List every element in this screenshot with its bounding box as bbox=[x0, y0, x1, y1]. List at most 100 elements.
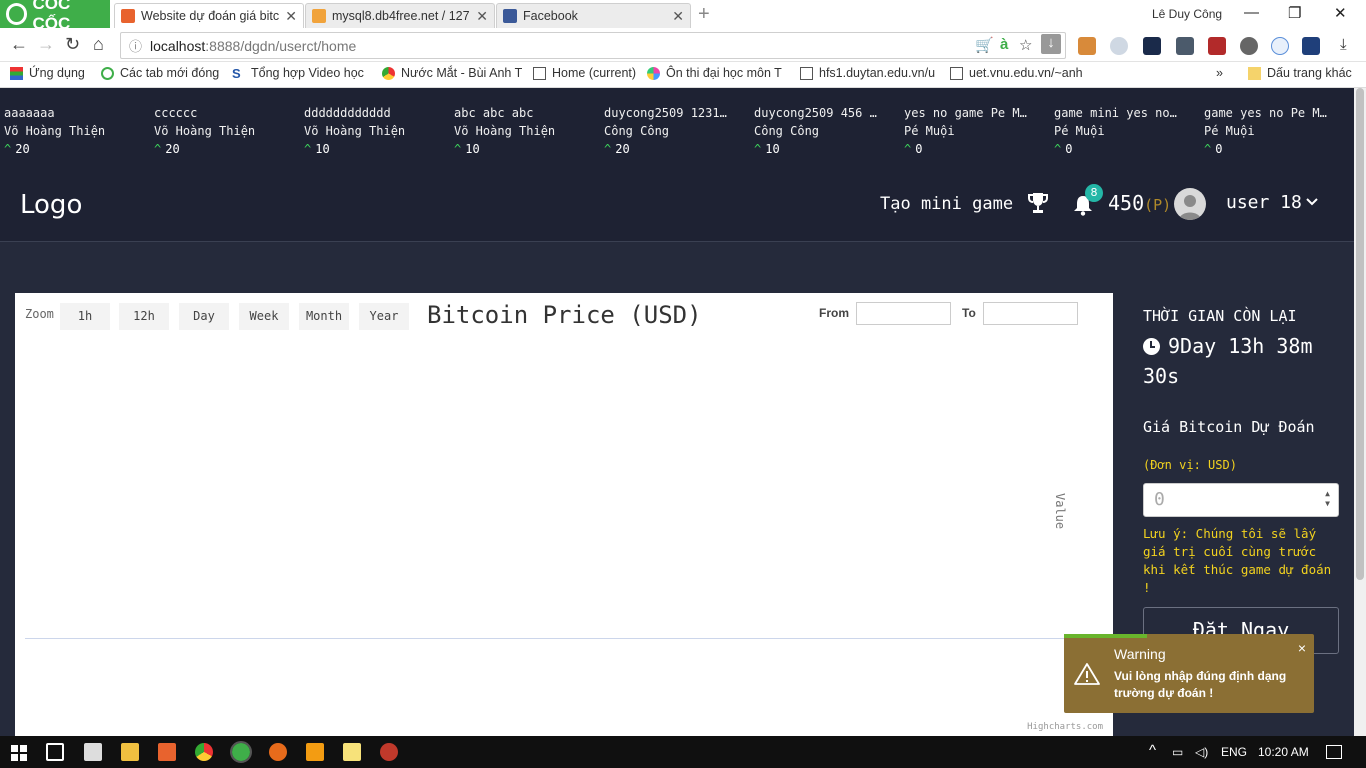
trophy-icon[interactable] bbox=[1028, 192, 1048, 214]
translate-icon[interactable]: à bbox=[1000, 36, 1008, 53]
ticker-item[interactable]: game yes no Pe M… Pé Muội ^ 0 bbox=[1204, 104, 1336, 158]
tab-facebook[interactable]: Facebook ✕ bbox=[496, 3, 691, 28]
ticker-item[interactable]: duycong2509 456 … Công Công ^ 10 bbox=[754, 104, 886, 158]
extension-monitor-icon[interactable] bbox=[1176, 37, 1194, 55]
red-app-icon[interactable] bbox=[380, 743, 398, 761]
zoom-1h-button[interactable]: 1h bbox=[60, 303, 110, 330]
bookmark-item[interactable]: Nước Mắt - Bùi Anh T bbox=[382, 66, 522, 80]
zoom-12h-button[interactable]: 12h bbox=[119, 303, 169, 330]
ticker-item[interactable]: duycong2509 1231… Công Công ^ 20 bbox=[604, 104, 736, 158]
volume-icon[interactable]: ◁) bbox=[1195, 745, 1208, 759]
window-profile-name[interactable]: Lê Duy Công bbox=[1152, 7, 1222, 21]
username-dropdown[interactable]: user 18 bbox=[1226, 192, 1302, 213]
ticker-user: Võ Hoàng Thiện bbox=[304, 124, 406, 138]
highcharts-credits-link[interactable]: Highcharts.com bbox=[1027, 722, 1103, 732]
bookmark-item[interactable]: Home (current) bbox=[533, 66, 636, 80]
info-icon[interactable]: ⓘ bbox=[129, 36, 142, 55]
extension-k-icon[interactable] bbox=[1143, 37, 1161, 55]
close-tab-icon[interactable]: ✕ bbox=[285, 8, 297, 25]
system-clock[interactable]: 10:20 AM bbox=[1258, 745, 1309, 759]
bookmark-item[interactable]: Ôn thi đại học môn T bbox=[647, 66, 782, 80]
other-bookmarks-folder[interactable]: Dấu trang khác bbox=[1248, 66, 1352, 80]
minimize-window-icon[interactable]: — bbox=[1244, 4, 1259, 21]
site-logo[interactable]: Logo bbox=[20, 190, 82, 220]
close-tab-icon[interactable]: ✕ bbox=[672, 8, 684, 25]
forward-arrow-icon[interactable]: → bbox=[37, 34, 55, 55]
url-host: localhost bbox=[150, 37, 206, 54]
home-icon[interactable]: ⌂ bbox=[93, 34, 104, 55]
ticker-user: Võ Hoàng Thiện bbox=[154, 124, 256, 138]
number-spinner[interactable]: ▲ ▼ bbox=[1325, 489, 1330, 509]
action-center-icon[interactable] bbox=[1326, 745, 1342, 759]
facebook-favicon-icon bbox=[503, 9, 517, 23]
gear-extension-icon[interactable] bbox=[1240, 37, 1258, 55]
bookmark-star-icon[interactable]: ☆ bbox=[1019, 36, 1032, 54]
mail-icon[interactable] bbox=[84, 743, 102, 761]
from-date-input[interactable] bbox=[856, 302, 951, 325]
sublime-text-icon[interactable] bbox=[306, 743, 324, 761]
zoom-day-button[interactable]: Day bbox=[179, 303, 229, 330]
scrollbar-thumb[interactable] bbox=[1356, 88, 1364, 580]
ticker-item[interactable]: abc abc abc Võ Hoàng Thiện ^ 10 bbox=[454, 104, 586, 158]
ticker-user: Công Công bbox=[754, 124, 820, 138]
restore-window-icon[interactable]: ❐ bbox=[1288, 4, 1301, 22]
address-bar[interactable]: ⓘ localhost:8888/dgdn/userct/home bbox=[120, 32, 1066, 59]
zoom-week-button[interactable]: Week bbox=[239, 303, 289, 330]
extension-chat-icon[interactable] bbox=[1110, 37, 1128, 55]
windows-start-icon[interactable] bbox=[11, 745, 27, 761]
language-indicator[interactable]: ENG bbox=[1221, 745, 1247, 759]
firefox-icon[interactable] bbox=[269, 743, 287, 761]
back-arrow-icon[interactable]: ← bbox=[10, 34, 28, 55]
coccoc-menu-button[interactable]: CỐC CỐC bbox=[0, 0, 110, 33]
prediction-input[interactable]: 0 ▲ ▼ bbox=[1143, 483, 1339, 517]
xampp-icon[interactable] bbox=[158, 743, 176, 761]
file-explorer-icon[interactable] bbox=[121, 743, 139, 761]
caret-up-icon: ^ bbox=[304, 142, 312, 156]
shopping-cart-icon[interactable]: 🛒 bbox=[975, 36, 994, 54]
toast-close-icon[interactable]: × bbox=[1298, 640, 1306, 656]
chevron-down-icon[interactable] bbox=[1306, 196, 1318, 208]
bookmark-item[interactable]: Các tab mới đóng bbox=[101, 66, 219, 80]
ublock-icon[interactable] bbox=[1208, 37, 1226, 55]
download-video-icon[interactable]: ↓ bbox=[1041, 34, 1061, 54]
tab-title: mysql8.db4free.net / 127.0 bbox=[332, 9, 471, 23]
bookmark-label: Nước Mắt - Bùi Anh T bbox=[401, 66, 523, 80]
network-icon[interactable]: ▭ bbox=[1172, 745, 1183, 759]
task-view-icon[interactable] bbox=[46, 743, 64, 761]
bookmark-item[interactable]: hfs1.duytan.edu.vn/u bbox=[800, 66, 935, 80]
bookmark-item[interactable]: S Tổng hợp Video học bbox=[232, 66, 364, 80]
bookmarks-overflow-button[interactable]: » bbox=[1216, 66, 1223, 80]
coccoc-taskbar-icon[interactable] bbox=[230, 741, 252, 763]
bookmark-item[interactable]: uet.vnu.edu.vn/~anh bbox=[950, 66, 1083, 80]
close-tab-icon[interactable]: ✕ bbox=[476, 8, 488, 25]
ticker-score: 10 bbox=[465, 142, 480, 156]
tab-mysql[interactable]: mysql8.db4free.net / 127.0 ✕ bbox=[305, 3, 495, 28]
ticker-item[interactable]: yes no game Pe M… Pé Muội ^ 0 bbox=[904, 104, 1036, 158]
ticker-item[interactable]: cccccc Võ Hoàng Thiện ^ 20 bbox=[154, 104, 286, 158]
zoom-label: Zoom bbox=[25, 307, 54, 321]
extension-j-icon[interactable] bbox=[1302, 37, 1320, 55]
ticker-user: Pé Muội bbox=[904, 124, 955, 138]
tray-chevron-up-icon[interactable]: ^ bbox=[1149, 742, 1156, 759]
sticky-notes-icon[interactable] bbox=[343, 743, 361, 761]
zoom-month-button[interactable]: Month bbox=[299, 303, 349, 330]
ticker-item[interactable]: dddddddddddd Võ Hoàng Thiện ^ 10 bbox=[304, 104, 436, 158]
zoom-year-button[interactable]: Year bbox=[359, 303, 409, 330]
tab-website[interactable]: Website dự đoán giá bitco ✕ bbox=[114, 3, 304, 28]
ticker-item[interactable]: aaaaaaa Võ Hoàng Thiện ^ 20 bbox=[4, 104, 136, 158]
user-avatar[interactable] bbox=[1174, 188, 1206, 220]
extension-avatar-icon[interactable] bbox=[1078, 37, 1096, 55]
bookmark-item[interactable]: Ứng dụng bbox=[10, 66, 85, 80]
to-date-input[interactable] bbox=[983, 302, 1078, 325]
cloud-extension-icon[interactable] bbox=[1271, 37, 1289, 55]
page-scrollbar[interactable] bbox=[1354, 88, 1366, 736]
tab-title: Facebook bbox=[523, 9, 578, 23]
chrome-taskbar-icon[interactable] bbox=[195, 743, 213, 761]
create-mini-game-link[interactable]: Tạo mini game bbox=[880, 194, 1013, 214]
new-tab-button[interactable]: + bbox=[698, 3, 710, 26]
reload-icon[interactable]: ↻ bbox=[65, 34, 80, 55]
downloads-icon[interactable]: ⤓ bbox=[1340, 36, 1347, 53]
ticker-item[interactable]: game mini yes no… Pé Muội ^ 0 bbox=[1054, 104, 1186, 158]
close-window-icon[interactable]: ✕ bbox=[1334, 4, 1347, 22]
caret-up-icon: ^ bbox=[904, 142, 912, 156]
